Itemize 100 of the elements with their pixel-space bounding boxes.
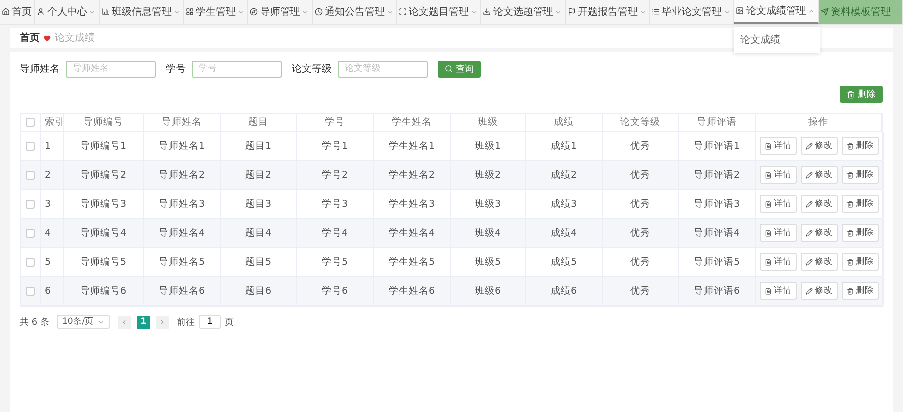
download-icon bbox=[483, 8, 492, 16]
delete-button[interactable]: 删除 bbox=[842, 137, 879, 155]
page-input[interactable]: 1 bbox=[199, 315, 222, 329]
column-header: 班级 bbox=[478, 116, 498, 129]
edit-button[interactable]: 修改 bbox=[801, 166, 838, 184]
document-icon bbox=[765, 142, 772, 150]
column-header: 操作 bbox=[808, 116, 828, 129]
caret-icon bbox=[640, 8, 647, 16]
pencil-icon bbox=[806, 142, 813, 150]
table-cell: 优秀 bbox=[630, 256, 650, 268]
table-cell: 学号6 bbox=[322, 284, 348, 298]
table-cell: 题目6 bbox=[245, 284, 272, 298]
next-page-button[interactable] bbox=[156, 316, 170, 328]
table-cell: 班级6 bbox=[474, 284, 502, 298]
pencil-icon bbox=[806, 172, 813, 178]
table-cell: 导师编号5 bbox=[80, 256, 127, 268]
delete-button[interactable]: 删除 bbox=[842, 282, 879, 300]
checkbox[interactable] bbox=[26, 286, 35, 296]
checkbox[interactable] bbox=[26, 170, 35, 180]
table-cell: 导师姓名3 bbox=[158, 198, 206, 210]
table-cell: 学生姓名3 bbox=[388, 198, 436, 210]
delete-button[interactable]: 删除 bbox=[842, 224, 879, 242]
trash-icon bbox=[847, 90, 855, 98]
total-count: 共 6 条 bbox=[20, 316, 50, 328]
pencil-icon bbox=[806, 258, 813, 266]
checkbox[interactable] bbox=[26, 118, 35, 127]
search-field[interactable]: 论文等级 bbox=[338, 60, 428, 78]
table-cell: 3 bbox=[45, 198, 52, 210]
column-header: 索引 bbox=[45, 116, 65, 129]
search-field[interactable]: 学号 bbox=[192, 60, 282, 78]
checkbox[interactable] bbox=[26, 200, 35, 208]
table-cell: 题目2 bbox=[245, 168, 272, 182]
details-button[interactable]: 详情 bbox=[760, 224, 797, 242]
column-header: 导师编号 bbox=[84, 116, 124, 129]
edit-button[interactable]: 修改 bbox=[801, 253, 838, 271]
menu-item[interactable]: 论文成绩 bbox=[740, 31, 814, 49]
table-cell: 导师编号1 bbox=[80, 140, 127, 152]
caret-icon bbox=[386, 8, 394, 16]
trash-icon bbox=[847, 258, 854, 266]
nav-tab[interactable]: 开题报告管理 bbox=[566, 0, 650, 24]
details-button[interactable]: 详情 bbox=[760, 137, 797, 155]
table-cell: 1 bbox=[45, 140, 52, 152]
nav-tab[interactable]: 学生管理 bbox=[184, 0, 248, 24]
table-cell: 优秀 bbox=[630, 140, 650, 152]
goto-label: 前往 bbox=[177, 316, 196, 328]
table-cell: 成绩2 bbox=[550, 168, 578, 182]
edit-button[interactable]: 修改 bbox=[801, 137, 838, 155]
chevron-left-icon bbox=[121, 318, 128, 326]
previous-page-button[interactable] bbox=[118, 316, 132, 328]
table-cell: 成绩5 bbox=[550, 256, 578, 268]
field-label: 论文等级 bbox=[292, 62, 332, 76]
edit-button[interactable]: 修改 bbox=[801, 282, 838, 300]
details-button[interactable]: 详情 bbox=[760, 282, 797, 300]
edit-button[interactable]: 修改 bbox=[801, 224, 838, 242]
edit-button[interactable]: 修改 bbox=[801, 195, 838, 213]
grid-icon bbox=[186, 8, 194, 16]
document-icon bbox=[765, 230, 772, 236]
nav-tab[interactable]: 论文选题管理 bbox=[481, 0, 566, 24]
nav-tab[interactable]: 个人中心 bbox=[35, 0, 100, 24]
details-button[interactable]: 详情 bbox=[760, 253, 797, 271]
table-cell: 班级5 bbox=[474, 256, 502, 268]
delete-button[interactable]: 删除 bbox=[842, 195, 879, 213]
page-size-select[interactable]: 10条/页 bbox=[57, 315, 110, 329]
search-field[interactable]: 导师姓名 bbox=[66, 60, 156, 78]
column-header: 成绩 bbox=[554, 116, 574, 129]
trash-icon bbox=[847, 142, 854, 150]
table-cell: 题目1 bbox=[245, 140, 272, 152]
list-icon bbox=[652, 8, 660, 16]
checkbox[interactable] bbox=[26, 228, 35, 238]
page-suffix: 页 bbox=[225, 316, 234, 328]
nav-tab[interactable]: 导师管理 bbox=[248, 0, 313, 24]
table-cell: 学生姓名4 bbox=[388, 226, 436, 240]
document-icon bbox=[765, 172, 772, 178]
delete-button[interactable]: 删除 bbox=[842, 253, 879, 271]
table-cell: 优秀 bbox=[630, 226, 650, 240]
nav-tab[interactable]: 首页 bbox=[0, 0, 36, 24]
table-cell: 导师评语5 bbox=[694, 256, 740, 268]
table-cell: 导师编号2 bbox=[80, 168, 127, 182]
document-icon bbox=[765, 200, 772, 208]
table-cell: 题目4 bbox=[245, 226, 272, 240]
table-cell: 学生姓名1 bbox=[388, 140, 436, 152]
caret-icon bbox=[808, 8, 816, 14]
table-cell: 班级1 bbox=[474, 140, 502, 152]
nav-tab[interactable]: 班级信息管理 bbox=[100, 0, 184, 24]
table-cell: 导师姓名5 bbox=[158, 256, 206, 268]
checkbox[interactable] bbox=[26, 258, 35, 266]
table-cell: 题目5 bbox=[245, 256, 272, 268]
nav-tab[interactable]: 论文题目管理 bbox=[396, 0, 482, 24]
delete-button[interactable]: 删除 bbox=[842, 166, 879, 184]
table-cell: 6 bbox=[45, 286, 52, 296]
table-cell: 导师评语1 bbox=[694, 140, 740, 152]
details-button[interactable]: 详情 bbox=[760, 195, 797, 213]
breadcrumb-link[interactable]: 首页 bbox=[20, 31, 40, 45]
table-cell: 导师姓名1 bbox=[158, 140, 206, 152]
caret-icon bbox=[89, 8, 96, 16]
checkbox[interactable] bbox=[26, 142, 35, 150]
details-button[interactable]: 详情 bbox=[760, 166, 797, 184]
nav-tab[interactable]: 通知公告管理 bbox=[312, 0, 397, 24]
trash-icon bbox=[847, 200, 854, 208]
table-cell: 导师编号4 bbox=[80, 226, 127, 240]
